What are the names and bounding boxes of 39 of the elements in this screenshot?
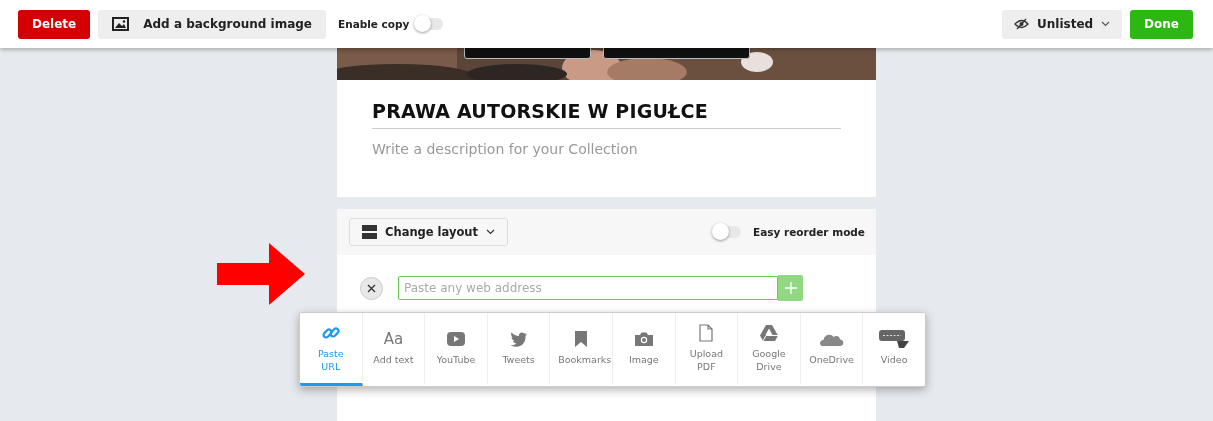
reorder-toggle[interactable] <box>715 226 742 238</box>
bookmark-icon <box>575 331 588 348</box>
done-button[interactable]: Done <box>1130 9 1193 39</box>
arrow-icon <box>217 243 305 305</box>
caret-icon <box>1101 21 1111 27</box>
menu-item[interactable]: Image <box>612 313 676 386</box>
close-button[interactable] <box>360 276 383 300</box>
reorder-label: Easy reorder mode <box>753 226 865 238</box>
menu-item[interactable]: Paste URL <box>300 313 363 386</box>
menu-item[interactable]: Tweets <box>487 313 551 386</box>
eye-off-icon <box>1014 18 1029 30</box>
menu-item[interactable]: Bookmarks <box>550 313 613 386</box>
document-icon <box>699 323 714 342</box>
image-icon <box>112 17 130 31</box>
menu-item[interactable]: Aa Add text <box>362 313 426 386</box>
add-background-button[interactable]: Add a background image <box>98 9 326 39</box>
visibility-dropdown[interactable]: Unlisted <box>1002 9 1123 39</box>
menu-item[interactable]: YouTube <box>425 313 488 386</box>
menu-item[interactable]: Upload PDF <box>675 313 739 386</box>
cloud-icon <box>819 332 844 346</box>
enable-copy-label: Enable copy <box>338 18 410 30</box>
menu-item[interactable]: Video <box>863 313 925 386</box>
video-icon <box>879 330 910 349</box>
close-icon <box>367 283 376 293</box>
delete-button[interactable]: Delete <box>18 9 91 39</box>
drive-icon <box>759 324 778 341</box>
bird-icon <box>509 331 528 347</box>
text-icon: Aa <box>383 330 404 349</box>
caret-icon <box>486 229 496 235</box>
layout-icon <box>362 225 377 239</box>
menu-item[interactable]: OneDrive <box>800 313 864 386</box>
url-field[interactable]: Paste any web address <box>398 276 778 300</box>
camera-icon <box>634 332 653 347</box>
collection-title[interactable]: PRAWA AUTORSKIE W PIGUŁCE <box>372 100 841 129</box>
change-layout-button[interactable]: Change layout <box>349 218 509 246</box>
plus-icon <box>784 282 797 294</box>
menu-item[interactable]: Google Drive <box>738 313 801 386</box>
enable-copy-toggle[interactable] <box>417 18 444 30</box>
play-icon <box>447 332 465 347</box>
